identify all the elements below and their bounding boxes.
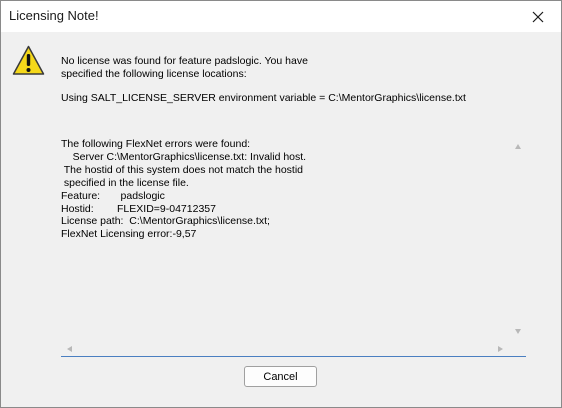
cancel-button[interactable]: Cancel (244, 366, 317, 387)
message-line-2: specified the following license location… (61, 68, 247, 80)
error-details-box[interactable]: The following FlexNet errors were found:… (61, 135, 526, 357)
title-bar: Licensing Note! (1, 1, 561, 32)
vertical-scrollbar[interactable] (510, 135, 526, 341)
warning-icon (12, 45, 45, 75)
scroll-left-icon[interactable] (67, 346, 72, 352)
horizontal-scrollbar[interactable] (61, 342, 510, 356)
message-line-1: No license was found for feature padslog… (61, 55, 308, 67)
license-message: No license was found for feature padslog… (61, 55, 531, 81)
env-variable-line: Using SALT_LICENSE_SERVER environment va… (61, 92, 466, 104)
licensing-dialog: Licensing Note! No license was found for… (0, 0, 562, 408)
scroll-up-icon[interactable] (515, 144, 521, 149)
close-icon (532, 11, 544, 22)
scroll-down-icon[interactable] (515, 329, 521, 334)
window-title: Licensing Note! (9, 8, 99, 23)
close-button[interactable] (515, 1, 561, 32)
error-details-text: The following FlexNet errors were found:… (61, 138, 307, 241)
scroll-right-icon[interactable] (498, 346, 503, 352)
